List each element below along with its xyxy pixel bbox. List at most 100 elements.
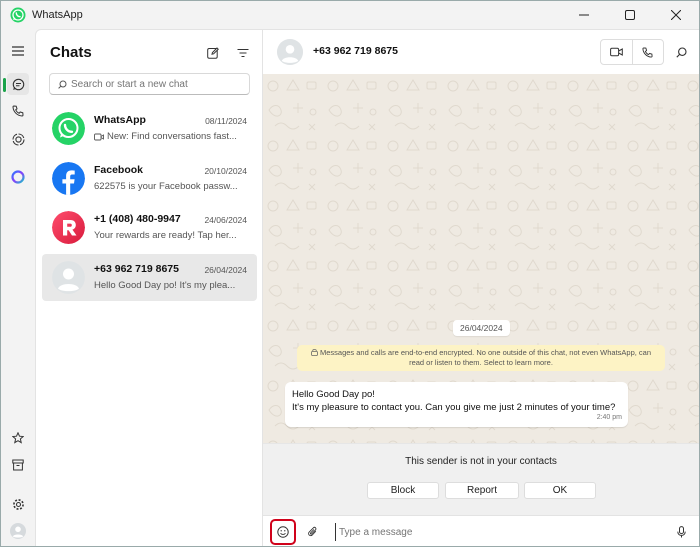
report-button[interactable]: Report: [445, 482, 519, 499]
contact-avatar: [52, 261, 85, 294]
chat-name: +63 962 719 8675: [94, 263, 179, 275]
date-divider: 26/04/2024: [453, 320, 510, 336]
chat-preview: New: Find conversations fast...: [94, 131, 249, 142]
close-button[interactable]: [653, 1, 699, 29]
chat-preview: 622575 is your Facebook passw...: [94, 181, 249, 192]
conversation-header: +63 962 719 8675: [263, 29, 699, 74]
calls-icon: [12, 105, 24, 117]
chat-date: 24/06/2024: [204, 215, 247, 225]
active-indicator: [3, 78, 6, 92]
chat-preview-text: Your rewards are ready! Tap her...: [94, 230, 237, 241]
search-in-chat-button[interactable]: [671, 42, 691, 62]
new-chat-button[interactable]: [202, 42, 224, 64]
maximize-button[interactable]: [607, 1, 653, 29]
encryption-notice[interactable]: Messages and calls are end-to-end encryp…: [297, 345, 665, 371]
chat-list-panel: Chats WhatsApp 08/11/2024: [35, 29, 263, 546]
paperclip-icon: [308, 526, 317, 537]
unknown-sender-banner: This sender is not in your contacts Bloc…: [263, 443, 699, 515]
message-composer: [263, 515, 699, 546]
chat-item-whatsapp[interactable]: WhatsApp 08/11/2024 New: Find conversati…: [42, 105, 257, 152]
chat-item-rewards[interactable]: +1 (408) 480-9947 24/06/2024 Your reward…: [42, 204, 257, 251]
emoji-icon: [277, 526, 289, 538]
filter-button[interactable]: [232, 42, 254, 64]
block-button[interactable]: Block: [367, 482, 439, 499]
search-input[interactable]: [71, 78, 241, 90]
contact-name[interactable]: +63 962 719 8675: [313, 45, 398, 57]
filter-icon: [237, 48, 249, 58]
profile-icon: [10, 523, 26, 539]
search-icon: [58, 80, 67, 89]
chat-name: +1 (408) 480-9947: [94, 213, 181, 225]
status-icon: [11, 132, 25, 146]
whatsapp-window: WhatsApp Chats Search or start a new cha…: [0, 0, 700, 547]
message-line: Hello Good Day po!: [292, 389, 375, 400]
emoji-button[interactable]: [270, 519, 296, 545]
search-box[interactable]: [49, 73, 250, 95]
video-camera-icon: [94, 133, 104, 140]
meta-ai-button[interactable]: [7, 166, 29, 188]
attach-button[interactable]: [303, 522, 323, 542]
chat-date: 08/11/2024: [205, 116, 247, 126]
default-avatar-icon: [277, 39, 303, 65]
rewards-avatar: [52, 211, 85, 244]
voice-call-button[interactable]: [631, 40, 663, 64]
encryption-notice-text: Messages and calls are end-to-end encryp…: [319, 348, 652, 367]
starred-button[interactable]: [7, 427, 29, 449]
chat-wallpaper: 26/04/2024 Messages and calls are end-to…: [263, 74, 699, 443]
menu-button[interactable]: [7, 40, 29, 62]
chat-name: Facebook: [94, 164, 144, 176]
microphone-icon: [676, 526, 686, 538]
calls-nav-button[interactable]: [7, 100, 29, 122]
app-title: WhatsApp: [32, 9, 83, 21]
chat-name: WhatsApp: [94, 114, 146, 126]
facebook-logo-icon: [52, 162, 85, 195]
minimize-icon: [579, 14, 589, 16]
unknown-sender-text: This sender is not in your contacts: [405, 456, 557, 467]
menu-icon: [12, 46, 24, 56]
chat-preview-text: Hello Good Day po! It's my plea...: [94, 280, 236, 291]
new-chat-icon: [207, 47, 219, 59]
rewards-logo-icon: [52, 211, 85, 244]
message-time: 2:40 pm: [596, 414, 622, 421]
maximize-icon: [625, 10, 635, 20]
chat-item-active-contact[interactable]: +63 962 719 8675 26/04/2024 Hello Good D…: [42, 254, 257, 301]
title-bar: WhatsApp: [1, 1, 699, 29]
chat-preview-text: 622575 is your Facebook passw...: [94, 181, 238, 192]
profile-button[interactable]: [7, 520, 29, 542]
archived-icon: [12, 459, 24, 471]
navigation-rail: [1, 29, 35, 546]
lock-icon: [311, 349, 318, 356]
conversation-pane: +63 962 719 8675 26/04/2024 Messages and…: [263, 29, 699, 546]
chat-item-facebook[interactable]: Facebook 20/10/2024 622575 is your Faceb…: [42, 155, 257, 202]
minimize-button[interactable]: [561, 1, 607, 29]
chat-preview: Hello Good Day po! It's my plea...: [94, 280, 249, 291]
ok-button[interactable]: OK: [524, 482, 596, 499]
chats-icon: [12, 78, 24, 90]
chat-preview: Your rewards are ready! Tap her...: [94, 230, 249, 241]
status-nav-button[interactable]: [7, 128, 29, 150]
chat-date: 20/10/2024: [204, 166, 247, 176]
message-input[interactable]: [335, 523, 665, 541]
whatsapp-logo-icon: [52, 112, 85, 145]
settings-button[interactable]: [7, 493, 29, 515]
message-line: It's my pleasure to contact you. Can you…: [292, 402, 616, 413]
voice-message-button[interactable]: [671, 522, 691, 542]
contact-header-avatar[interactable]: [277, 39, 303, 65]
whatsapp-logo-icon: [10, 7, 26, 23]
phone-icon: [642, 46, 654, 58]
starred-icon: [12, 432, 24, 444]
facebook-avatar: [52, 162, 85, 195]
chats-nav-button[interactable]: [7, 73, 29, 95]
archived-button[interactable]: [7, 454, 29, 476]
video-call-button[interactable]: [601, 40, 632, 64]
chat-date: 26/04/2024: [204, 265, 247, 275]
search-icon: [675, 46, 687, 58]
whatsapp-avatar: [52, 112, 85, 145]
default-avatar-icon: [52, 261, 85, 294]
close-icon: [671, 10, 681, 20]
chats-heading: Chats: [50, 44, 92, 61]
message-bubble[interactable]: Hello Good Day po! It's my pleasure to c…: [285, 382, 628, 427]
chat-preview-text: New: Find conversations fast...: [107, 131, 237, 142]
settings-icon: [12, 498, 24, 510]
call-button-group: [600, 39, 664, 65]
